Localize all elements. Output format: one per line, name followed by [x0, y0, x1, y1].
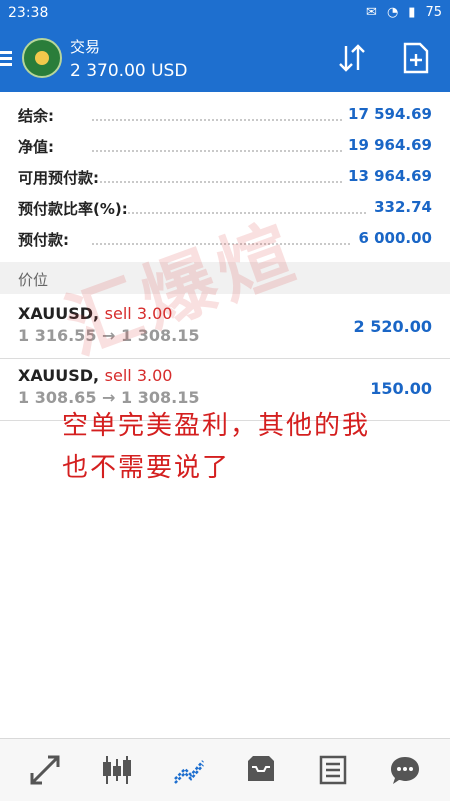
annotation-line-2: 也不需要说了 — [62, 453, 231, 483]
news-icon[interactable] — [308, 747, 358, 793]
status-time: 23:38 — [8, 5, 49, 21]
summary-row-balance: 结余: 17 594.69 — [18, 105, 432, 126]
summary-row-equity: 净值: 19 964.69 — [18, 136, 432, 157]
app-bar: 交易 2 370.00 USD — [0, 28, 450, 92]
sort-icon[interactable] — [334, 40, 370, 76]
menu-icon[interactable] — [0, 48, 16, 72]
bottom-nav — [0, 738, 450, 801]
app-title: 交易 — [70, 38, 101, 56]
quotes-icon[interactable] — [20, 747, 70, 793]
position-side: sell 3.00 — [104, 366, 173, 385]
battery-icon: 75 — [425, 5, 442, 20]
chat-icon[interactable] — [380, 747, 430, 793]
annotation-line-1: 空单完美盈利，其他的我 — [62, 411, 371, 441]
account-balance: 2 370.00 USD — [70, 61, 188, 81]
position-profit: 2 520.00 — [353, 317, 432, 336]
app-logo — [22, 38, 62, 78]
status-bar: 23:38 ✉ ◔ ▮ 75 — [0, 0, 450, 28]
chart-icon[interactable] — [92, 747, 142, 793]
status-icons: ✉ ◔ ▮ 75 — [366, 5, 442, 20]
trade-icon[interactable] — [164, 747, 214, 793]
summary-row-free-margin: 可用预付款: 13 964.69 — [18, 167, 432, 188]
new-order-icon[interactable] — [398, 40, 434, 76]
position-profit: 150.00 — [370, 379, 432, 398]
history-icon[interactable] — [236, 747, 286, 793]
wifi-icon: ◔ — [386, 5, 399, 20]
signal-icon: ▮ — [408, 5, 416, 20]
notification-icon: ✉ — [366, 5, 377, 20]
